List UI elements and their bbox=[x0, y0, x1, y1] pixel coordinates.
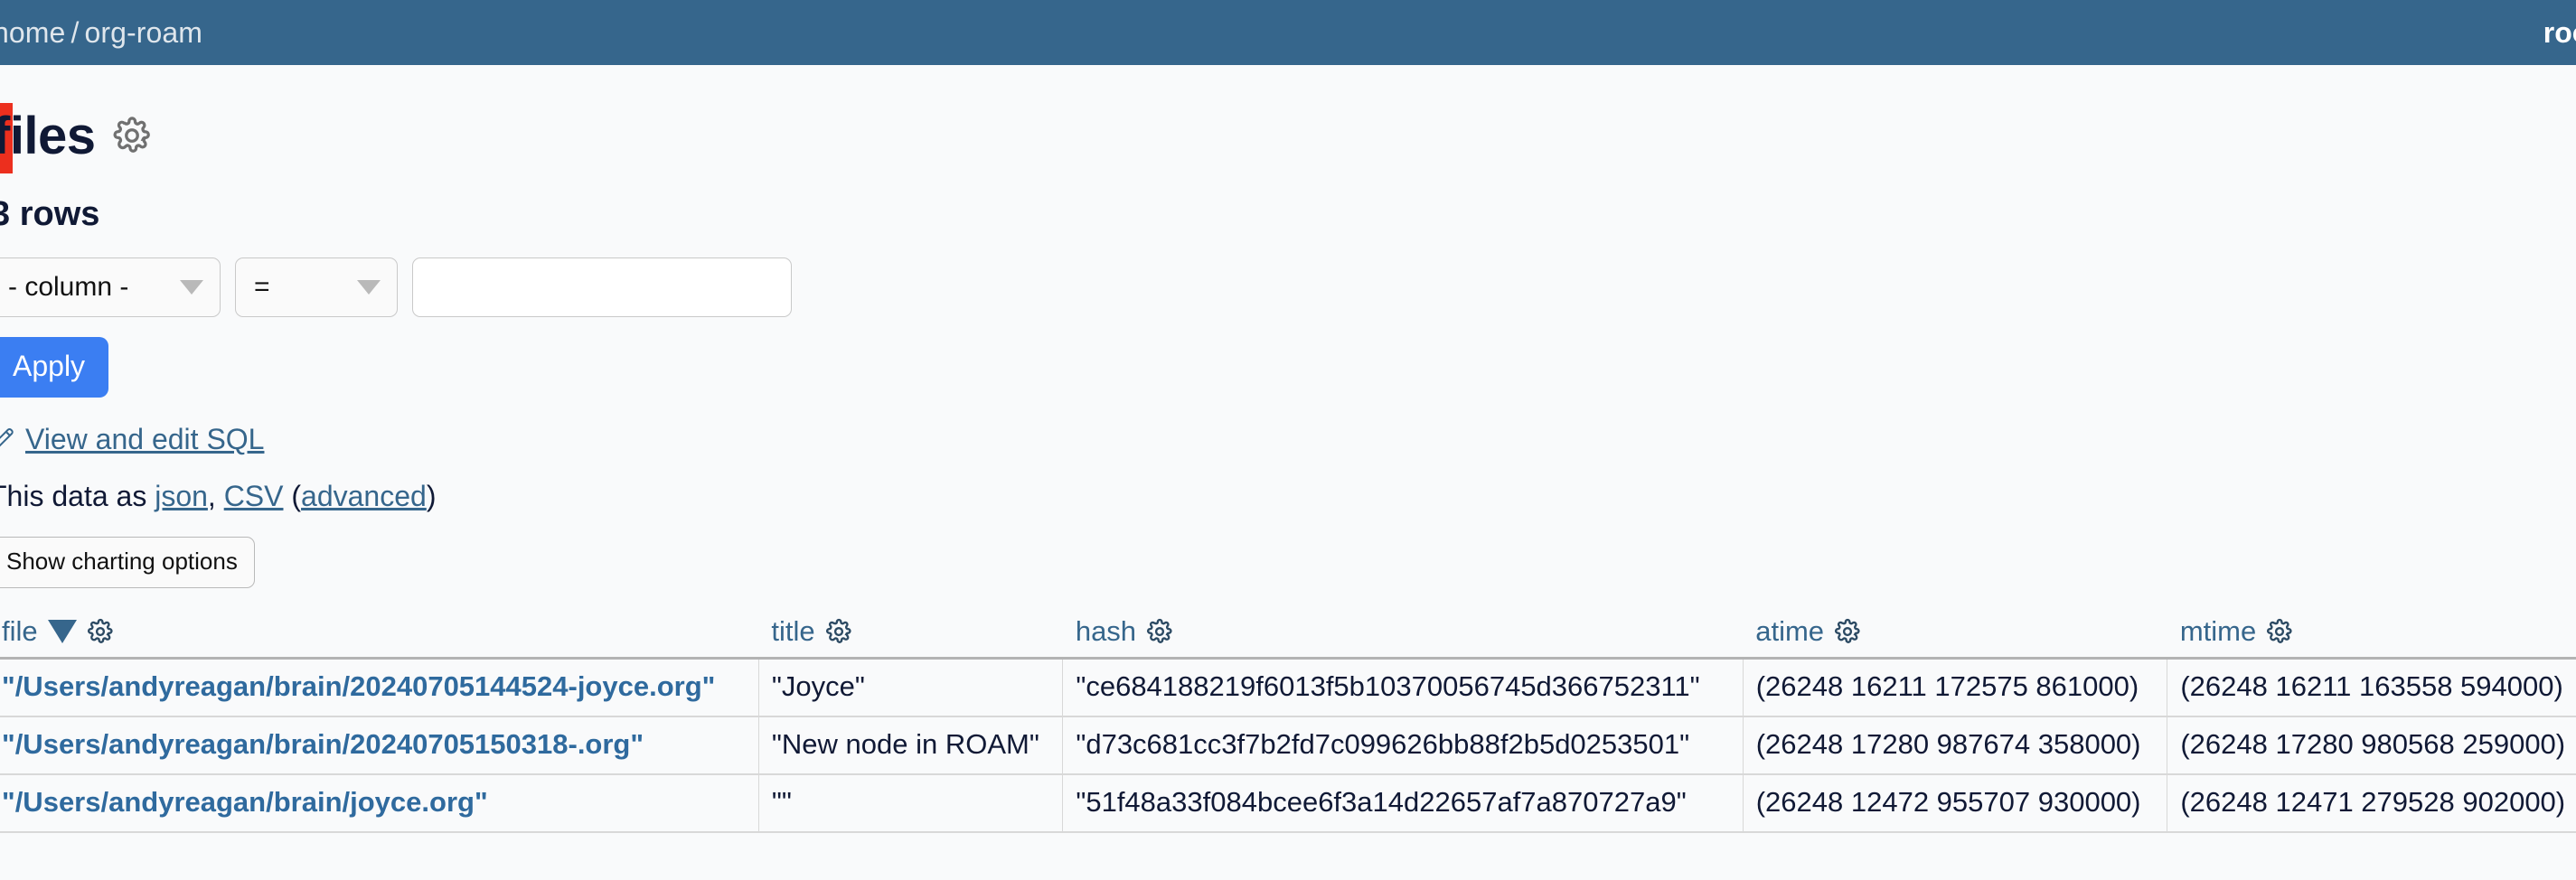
breadcrumb: home / org-roam bbox=[0, 16, 202, 50]
export-paren-open: ( bbox=[283, 480, 302, 512]
filter-column-select-value: - column - bbox=[8, 272, 129, 302]
view-edit-sql-row: View and edit SQL bbox=[0, 423, 2565, 456]
breadcrumb-separator: / bbox=[71, 15, 80, 49]
breadcrumb-home-link[interactable]: home bbox=[0, 16, 65, 49]
chevron-down-icon bbox=[180, 280, 203, 295]
sort-descending-icon[interactable] bbox=[47, 620, 77, 643]
show-charting-options-button[interactable]: Show charting options bbox=[0, 537, 255, 588]
filter-row: - column - = bbox=[0, 257, 2565, 317]
table-body: "/Users/andyreagan/brain/20240705144524-… bbox=[0, 658, 2576, 833]
cell-atime: (26248 17280 987674 358000) bbox=[1743, 716, 2168, 775]
results-table-container: file title hash atime mtime "/Users/andy… bbox=[0, 615, 2576, 833]
column-header-atime-label[interactable]: atime bbox=[1755, 615, 1824, 648]
cell-mtime: (26248 12471 279528 902000) bbox=[2167, 773, 2576, 833]
row-file-link[interactable]: "/Users/andyreagan/brain/joyce.org" bbox=[2, 786, 488, 818]
filter-operator-select[interactable]: = bbox=[235, 257, 398, 317]
app-header: home/org-roam root bbox=[0, 0, 2576, 65]
cell-mtime: (26248 16211 163558 594000) bbox=[2167, 658, 2576, 717]
gear-icon[interactable] bbox=[1834, 618, 1861, 645]
column-header-title[interactable]: title bbox=[758, 615, 1063, 660]
table-row: "/Users/andyreagan/brain/joyce.org" "" "… bbox=[0, 773, 2576, 833]
cell-file: "/Users/andyreagan/brain/20240705144524-… bbox=[0, 658, 759, 717]
chevron-down-icon bbox=[357, 280, 381, 295]
gear-icon[interactable] bbox=[2266, 618, 2293, 645]
table-row: "/Users/andyreagan/brain/20240705150318-… bbox=[0, 716, 2576, 775]
column-header-file-label[interactable]: file bbox=[2, 615, 38, 648]
row-file-link[interactable]: "/Users/andyreagan/brain/20240705150318-… bbox=[2, 728, 644, 760]
column-header-mtime[interactable]: mtime bbox=[2167, 615, 2576, 660]
cell-file: "/Users/andyreagan/brain/20240705150318-… bbox=[0, 716, 759, 775]
export-csv-link[interactable]: CSV bbox=[224, 480, 284, 512]
pencil-icon bbox=[0, 426, 16, 454]
breadcrumb-database-link[interactable]: org-roam bbox=[84, 16, 202, 49]
apply-button[interactable]: Apply bbox=[0, 337, 109, 398]
column-header-hash-label[interactable]: hash bbox=[1076, 615, 1136, 648]
column-header-title-label[interactable]: title bbox=[771, 615, 814, 648]
gear-icon[interactable] bbox=[1146, 618, 1173, 645]
gear-icon[interactable] bbox=[87, 618, 114, 645]
gear-icon[interactable] bbox=[825, 618, 852, 645]
export-advanced-link[interactable]: advanced bbox=[301, 480, 427, 512]
cell-title: "" bbox=[758, 773, 1064, 833]
filter-column-select[interactable]: - column - bbox=[0, 257, 221, 317]
row-file-link[interactable]: "/Users/andyreagan/brain/20240705144524-… bbox=[2, 670, 715, 702]
page-title-text: files bbox=[0, 106, 96, 165]
row-count: 3 rows bbox=[0, 195, 100, 233]
export-prefix-text: This data as bbox=[0, 480, 155, 512]
column-header-file[interactable]: file bbox=[0, 615, 759, 660]
gear-icon[interactable] bbox=[112, 116, 152, 155]
export-paren-close: ) bbox=[426, 480, 437, 512]
table-header-row: file title hash atime mtime bbox=[0, 615, 2576, 660]
filter-operator-select-value: = bbox=[254, 272, 270, 302]
cell-mtime: (26248 17280 980568 259000) bbox=[2167, 716, 2576, 775]
export-json-link[interactable]: json bbox=[155, 480, 208, 512]
cell-atime: (26248 16211 172575 861000) bbox=[1743, 658, 2168, 717]
results-table: file title hash atime mtime "/Users/andy… bbox=[0, 615, 2576, 833]
page-title: files bbox=[0, 106, 152, 166]
cell-title: "New node in ROAM" bbox=[758, 716, 1064, 775]
page-content: files 3 rows - column - = Apply View and… bbox=[0, 65, 2576, 833]
cell-hash: "d73c681cc3f7b2fd7c099626bb88f2b5d025350… bbox=[1062, 716, 1744, 775]
column-header-hash[interactable]: hash bbox=[1062, 615, 1744, 660]
column-header-atime[interactable]: atime bbox=[1743, 615, 2167, 660]
export-comma: , bbox=[207, 480, 224, 512]
cell-file: "/Users/andyreagan/brain/joyce.org" bbox=[0, 773, 759, 833]
cell-atime: (26248 12472 955707 930000) bbox=[1743, 773, 2168, 833]
column-header-mtime-label[interactable]: mtime bbox=[2180, 615, 2256, 648]
filter-value-input[interactable] bbox=[412, 257, 792, 317]
table-row: "/Users/andyreagan/brain/20240705144524-… bbox=[0, 658, 2576, 717]
export-links: This data as json, CSV (advanced) bbox=[0, 480, 2565, 513]
view-edit-sql-link[interactable]: View and edit SQL bbox=[25, 423, 264, 456]
cell-title: "Joyce" bbox=[758, 658, 1064, 717]
page-title-row: files bbox=[0, 92, 2576, 179]
cell-hash: "51f48a33f084bcee6f3a14d22657af7a870727a… bbox=[1062, 773, 1744, 833]
cell-hash: "ce684188219f6013f5b10370056745d36675231… bbox=[1062, 658, 1744, 717]
user-menu-link[interactable]: root bbox=[2543, 16, 2576, 50]
table-head: file title hash atime mtime bbox=[0, 615, 2576, 660]
